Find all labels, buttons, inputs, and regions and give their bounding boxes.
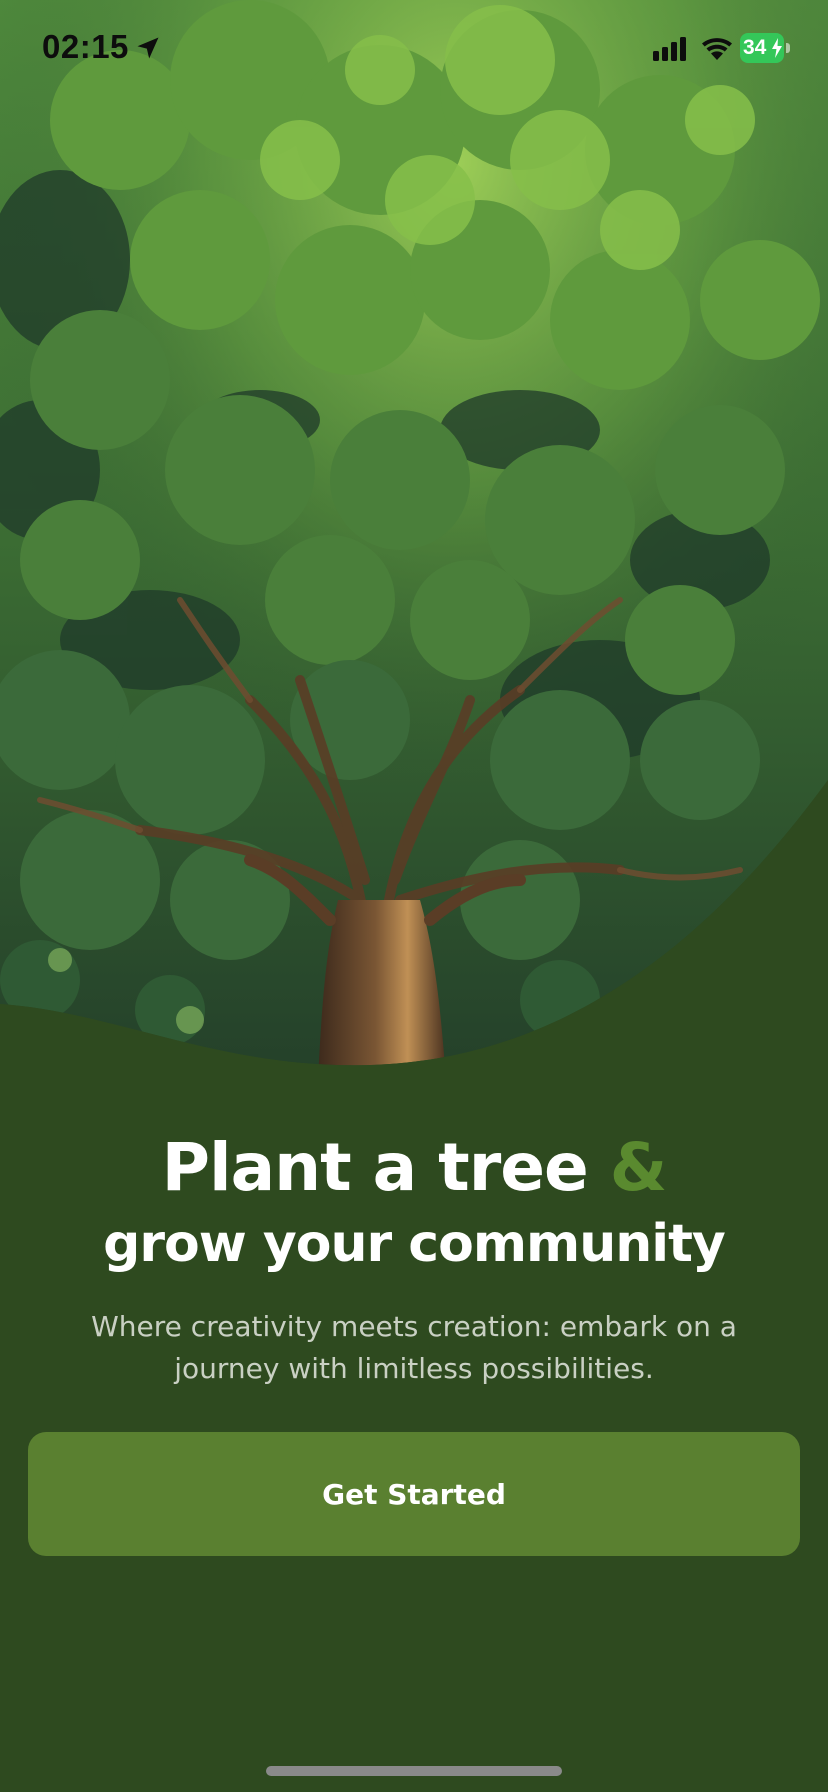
headline: Plant a tree & xyxy=(0,1128,828,1208)
tree-illustration xyxy=(0,0,828,1080)
battery-body: 34 xyxy=(740,33,784,63)
location-arrow-icon xyxy=(137,37,159,59)
status-bar: 02:15 34 xyxy=(0,0,828,100)
home-indicator[interactable] xyxy=(266,1766,562,1776)
wifi-icon xyxy=(702,38,732,60)
charging-bolt-icon xyxy=(772,38,782,58)
battery-level: 34 xyxy=(743,36,767,59)
battery-cap xyxy=(786,43,790,53)
get-started-button[interactable]: Get Started xyxy=(28,1432,800,1556)
status-time: 02:15 xyxy=(42,28,129,65)
subheadline: grow your community xyxy=(103,1214,726,1274)
battery-charging-icon: 34 xyxy=(740,33,790,63)
description-text: Where creativity meets creation: embark … xyxy=(91,1310,737,1385)
cellular-signal-icon xyxy=(653,37,686,61)
hero-illustration xyxy=(0,0,828,1080)
headline-main: Plant a tree xyxy=(161,1129,589,1206)
onboarding-screen: 02:15 34 Plant a tree & grow your commun… xyxy=(0,0,828,1792)
headline-ampersand: & xyxy=(609,1129,668,1206)
